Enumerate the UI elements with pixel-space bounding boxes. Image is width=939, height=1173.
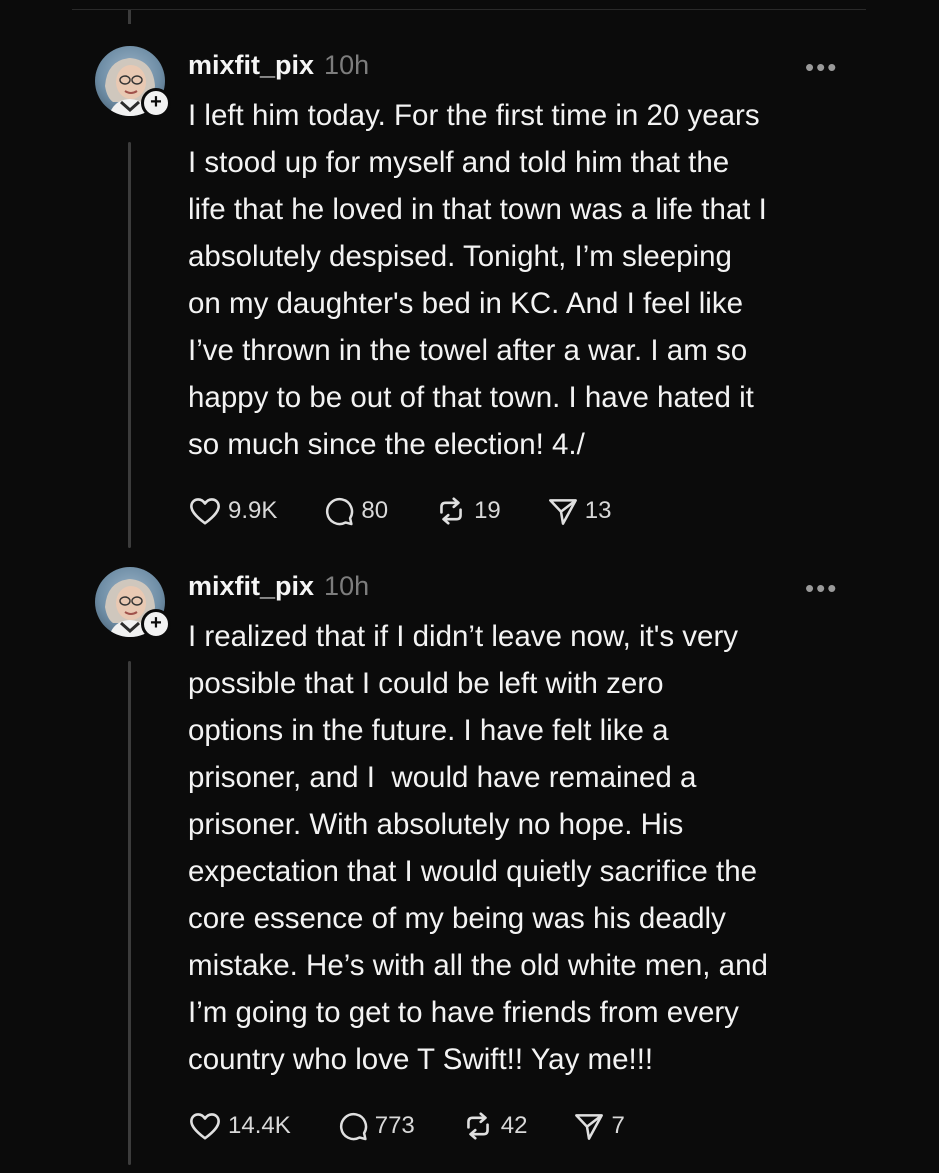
more-dots-icon[interactable]: ••• bbox=[805, 573, 838, 604]
avatar-container[interactable]: + bbox=[95, 46, 171, 118]
reply-button[interactable]: 80 bbox=[323, 496, 388, 526]
share-button[interactable]: 13 bbox=[547, 496, 612, 526]
top-divider bbox=[72, 9, 866, 10]
follow-plus-icon[interactable]: + bbox=[141, 88, 171, 118]
timestamp: 10h bbox=[324, 571, 370, 601]
like-button[interactable]: 14.4K bbox=[188, 1111, 291, 1141]
reply-button[interactable]: 773 bbox=[337, 1111, 415, 1141]
avatar-container[interactable]: + bbox=[95, 567, 171, 639]
like-button[interactable]: 9.9K bbox=[188, 496, 277, 526]
repost-icon bbox=[466, 1112, 489, 1140]
timestamp: 10h bbox=[324, 50, 370, 80]
username[interactable]: mixfit_pix bbox=[188, 571, 314, 602]
action-bar: 14.4K 773 42 7 bbox=[188, 1111, 625, 1141]
like-count: 14.4K bbox=[228, 1112, 291, 1139]
share-button[interactable]: 7 bbox=[573, 1111, 625, 1141]
username[interactable]: mixfit_pix bbox=[188, 50, 314, 81]
repost-button[interactable]: 19 bbox=[434, 496, 501, 526]
thread-line bbox=[128, 142, 131, 548]
heart-icon bbox=[190, 1113, 220, 1140]
repost-count: 42 bbox=[500, 1112, 528, 1139]
comment-icon bbox=[339, 1112, 367, 1141]
follow-plus-icon[interactable]: + bbox=[141, 609, 171, 639]
post-header: mixfit_pix 10h bbox=[188, 571, 369, 607]
reply-count: 80 bbox=[361, 497, 389, 524]
repost-icon bbox=[440, 497, 462, 525]
share-count: 13 bbox=[584, 497, 612, 524]
heart-icon bbox=[190, 498, 220, 525]
repost-button[interactable]: 42 bbox=[461, 1111, 528, 1141]
thread-line-top bbox=[128, 10, 131, 24]
send-icon bbox=[575, 1114, 604, 1140]
post-header: mixfit_pix 10h bbox=[188, 50, 369, 86]
more-dots-icon[interactable]: ••• bbox=[805, 52, 838, 83]
like-count: 9.9K bbox=[228, 497, 278, 524]
thread-line bbox=[128, 661, 131, 1165]
send-icon bbox=[548, 499, 577, 525]
comment-icon bbox=[326, 497, 354, 526]
post-text: I realized that if I didn’t leave now, i… bbox=[188, 620, 768, 1076]
post-text: I left him today. For the first time in … bbox=[188, 99, 767, 461]
action-bar: 9.9K 80 19 13 bbox=[188, 496, 611, 526]
repost-count: 19 bbox=[474, 497, 501, 524]
reply-count: 773 bbox=[374, 1112, 415, 1139]
share-count: 7 bbox=[611, 1112, 625, 1139]
